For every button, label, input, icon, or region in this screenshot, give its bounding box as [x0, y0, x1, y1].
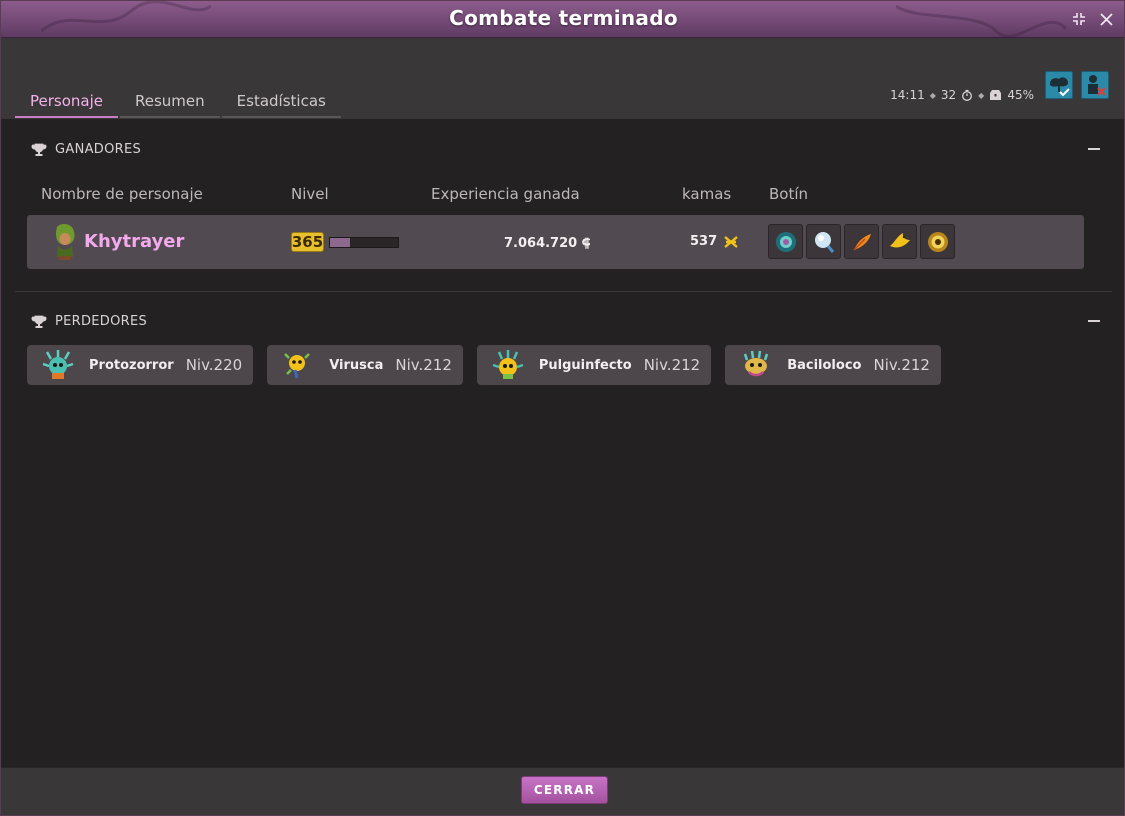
turn-count: 32: [940, 88, 957, 102]
losers-label: PERDEDORES: [55, 314, 148, 329]
fight-time: 14:11: [890, 88, 925, 102]
loser-name: Protozorror: [89, 357, 174, 373]
feather-icon: [852, 233, 871, 251]
window-title: Combate terminado: [449, 6, 678, 30]
tab-resumen[interactable]: Resumen: [120, 86, 220, 118]
character-cross-icon: [1088, 75, 1106, 96]
xp-value: 7.064.720: [504, 236, 578, 251]
loot-slot[interactable]: [806, 224, 841, 259]
tab-estadisticas[interactable]: Estadísticas: [221, 86, 341, 118]
loser-card[interactable]: Protozorror Niv.220: [27, 345, 254, 385]
leave-group-button[interactable]: [1081, 71, 1109, 99]
loser-card[interactable]: Baciloloco Niv.212: [725, 345, 941, 385]
level-progress-bar: [329, 237, 399, 248]
footer-bar: CERRAR: [1, 767, 1124, 815]
loser-level: Niv.212: [395, 356, 452, 374]
character-name[interactable]: Khytrayer: [84, 231, 184, 252]
losers-heading: PERDEDORES: [31, 314, 147, 329]
winners-heading: GANADORES: [31, 142, 141, 157]
orb-icon: [927, 231, 948, 252]
loser-name: Virusca: [329, 357, 384, 373]
kamas-value: 537: [690, 234, 718, 249]
collapse-losers-button[interactable]: [1088, 320, 1100, 322]
loot-list: [768, 224, 955, 259]
kamas-icon: [724, 235, 738, 248]
trophy-icon: [31, 315, 47, 328]
monster-virusca-icon: [284, 353, 311, 379]
kamas-gained: 537: [690, 234, 739, 249]
title-bar: Combate terminado: [1, 1, 1124, 38]
loser-level: Niv.220: [185, 356, 243, 374]
header-bar: Personaje Resumen Estadísticas 14:11 ◆ 3…: [1, 38, 1124, 119]
loser-level: Niv.212: [873, 356, 930, 374]
loot-slot[interactable]: [768, 224, 803, 259]
loot-slot[interactable]: [920, 224, 955, 259]
loot-slot[interactable]: [882, 224, 917, 259]
col-name-header: Nombre de personaje: [41, 185, 203, 203]
monster-protozorror-icon: [42, 350, 74, 379]
tab-personaje[interactable]: Personaje: [15, 86, 118, 118]
loser-name: Baciloloco: [787, 357, 862, 373]
col-level-header: Nivel: [291, 185, 329, 203]
col-xp-header: Experiencia ganada: [431, 185, 580, 203]
close-icon[interactable]: [1096, 9, 1116, 29]
winners-column-headers: Nombre de personaje Nivel Experiencia ga…: [1, 185, 1124, 205]
monster-pulguinfecto-icon: [492, 350, 524, 379]
drop-percent: 45%: [1007, 88, 1034, 102]
col-loot-header: Botín: [769, 185, 809, 203]
tab-bar: Personaje Resumen Estadísticas: [15, 86, 341, 118]
character-avatar: [55, 224, 75, 260]
collapse-winners-button[interactable]: [1088, 148, 1100, 150]
close-button[interactable]: CERRAR: [521, 776, 608, 804]
stopwatch-icon: [962, 89, 973, 101]
loser-card[interactable]: Pulguinfecto Niv.212: [476, 345, 712, 385]
bird-icon: [889, 232, 910, 247]
minimize-icon[interactable]: [1069, 9, 1089, 29]
winners-label: GANADORES: [55, 142, 142, 157]
level-badge: 365: [291, 232, 324, 252]
monster-baciloloco-icon: [744, 350, 769, 377]
share-tree-button[interactable]: [1045, 71, 1073, 99]
section-divider: [15, 291, 1112, 292]
col-kamas-header: kamas: [682, 185, 732, 203]
loot-slot[interactable]: [844, 224, 879, 259]
losers-list: Protozorror Niv.220 Virusca Niv.212 Pulg…: [27, 345, 941, 385]
xp-gained: 7.064.720 ⸿: [504, 234, 590, 251]
chest-icon: [990, 90, 1002, 100]
separator-dot: ◆: [929, 90, 936, 100]
winner-row[interactable]: Khytrayer 365 7.064.720 ⸿ 537: [27, 215, 1084, 269]
loser-level: Niv.212: [643, 356, 701, 374]
trophy-icon: [31, 143, 47, 156]
tree-check-icon: [1050, 77, 1070, 97]
fight-result-window: Combate terminado Personaje Resumen Esta…: [0, 0, 1125, 816]
fight-status: 14:11 ◆ 32 ◆ 45%: [890, 88, 1034, 102]
level-progress-fill: [330, 238, 351, 247]
gem-ring-icon: [775, 231, 796, 252]
loser-name: Pulguinfecto: [538, 357, 632, 373]
separator-dot: ◆: [978, 90, 985, 100]
xp-icon: ⸿: [581, 236, 591, 250]
pearl-icon: [814, 231, 834, 253]
loser-card[interactable]: Virusca Niv.212: [267, 345, 463, 385]
